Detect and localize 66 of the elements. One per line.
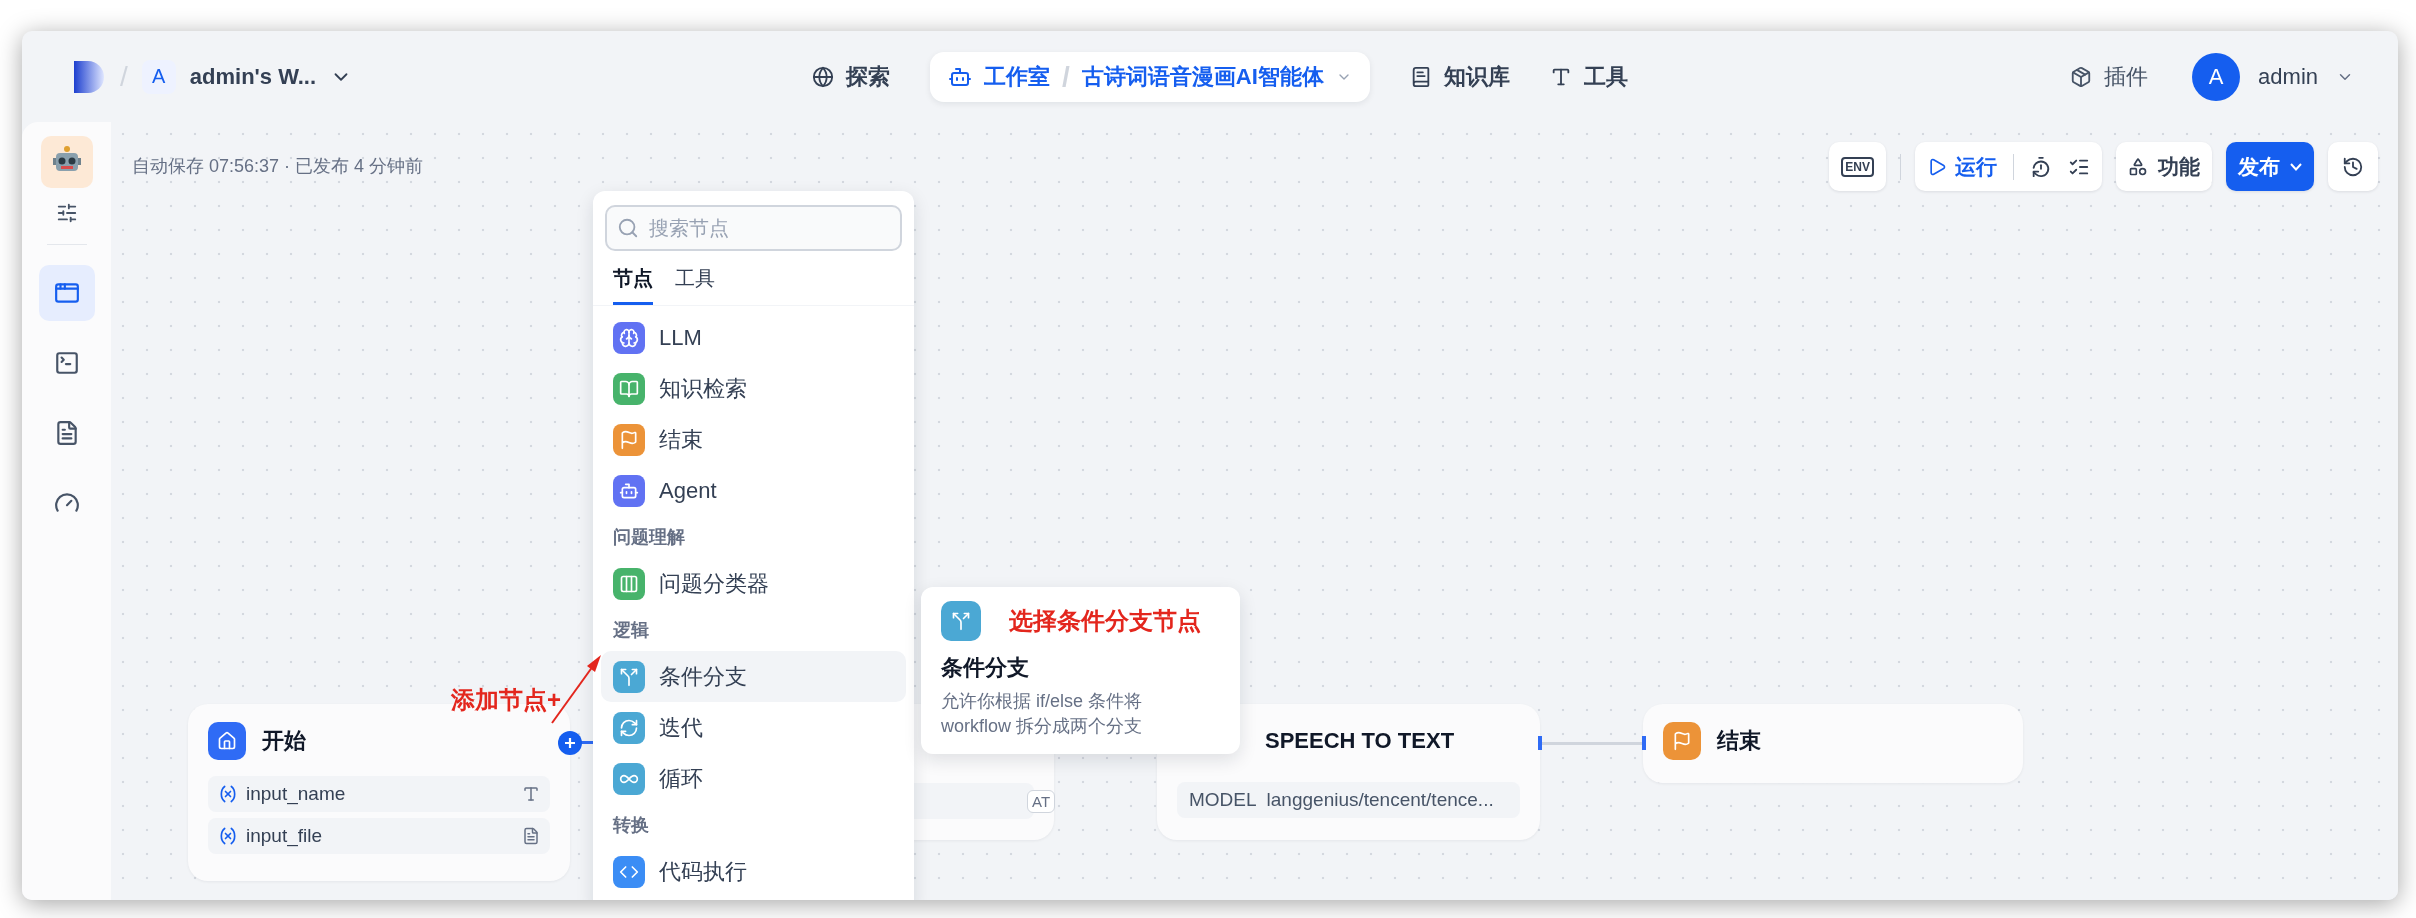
terminal-icon [53, 350, 80, 376]
env-button[interactable]: ENV [1829, 142, 1886, 191]
node-title: 开始 [262, 727, 306, 755]
menu-item[interactable]: 知识检索 [601, 363, 906, 414]
settings-icon[interactable] [55, 202, 78, 224]
tab-label: 工作室 [984, 62, 1050, 91]
section-heading: 转换 [611, 814, 650, 837]
model-label: MODEL [1189, 789, 1257, 811]
node-title: SPEECH TO TEXT [1265, 728, 1455, 754]
annotation-label: 选择条件分支节点 [1009, 606, 1201, 636]
menu-tab[interactable]: 工具 [675, 259, 715, 305]
menu-tab[interactable]: 节点 [613, 259, 653, 305]
logo[interactable] [72, 58, 106, 95]
search-field[interactable]: 搜索节点 [605, 205, 902, 251]
user-avatar[interactable]: A [2192, 52, 2241, 101]
branch-icon [941, 601, 981, 641]
run-button[interactable]: 运行 [1927, 152, 1997, 181]
workspace-name[interactable]: admin's W... [189, 63, 317, 90]
type-tag: AT [1027, 789, 1056, 813]
variable-icon [218, 826, 238, 846]
studio-tab[interactable]: 工作室 / 古诗词语音漫画AI智能体 [930, 51, 1370, 102]
box-icon [2070, 65, 2093, 88]
timer-icon[interactable] [2030, 155, 2052, 178]
history-button[interactable] [2328, 142, 2378, 191]
globe-icon [812, 65, 834, 88]
node-title: 结束 [1717, 727, 1761, 755]
end-node[interactable]: 结束 [1643, 704, 2023, 783]
menu-item[interactable]: Agent [601, 465, 906, 516]
nav-tab[interactable]: 工具 [1549, 61, 1628, 92]
text-type-icon [522, 785, 540, 803]
publish-button[interactable]: 发布 [2226, 142, 2314, 191]
user-name[interactable]: admin [2258, 63, 2318, 90]
menu-item[interactable]: 问题分类器 [601, 558, 906, 609]
play-icon [1927, 156, 1947, 177]
model-name: langgenius/tencent/tence... [1266, 789, 1494, 811]
breadcrumb-separator: / [1062, 60, 1070, 93]
menu-item[interactable]: 条件分支 [601, 651, 906, 702]
add-node-button[interactable] [558, 731, 582, 755]
variable-icon [218, 784, 238, 804]
speech-node[interactable]: SPEECH TO TEXT MODEL langgenius/tencent/tence... [1157, 704, 1540, 840]
app-name[interactable]: 古诗词语音漫画AI智能体 [1081, 61, 1324, 92]
tooltip-title: 条件分支 [941, 654, 1030, 682]
file-icon [522, 827, 540, 845]
plus-icon [564, 737, 576, 749]
window-icon [53, 280, 80, 306]
plugins-link[interactable]: 插件 [2070, 61, 2149, 92]
menu-item[interactable]: LLM [601, 312, 906, 363]
menu-item[interactable]: 代码执行 [601, 846, 906, 897]
nav-tab[interactable]: 探索 [812, 61, 890, 92]
variable-name: input_name [246, 783, 347, 805]
section-heading: 逻辑 [612, 619, 650, 642]
shapes-icon [2128, 156, 2148, 177]
app-icon[interactable] [40, 136, 93, 188]
section-heading: 问题理解 [612, 526, 686, 549]
menu-item[interactable]: 结束 [601, 414, 906, 465]
chevron-icon [2290, 162, 2302, 171]
workspace-avatar[interactable]: A [141, 59, 176, 94]
sidebar-item[interactable] [38, 265, 95, 321]
history-icon [2342, 155, 2364, 178]
features-button[interactable]: 功能 [2116, 142, 2212, 191]
flag-icon [1663, 722, 1701, 760]
variable-name: input_file [246, 825, 324, 847]
nav-tab[interactable]: 知识库 [1409, 61, 1510, 92]
autosave-status: 自动保存 07:56:37 · 已发布 4 分钟前 [132, 155, 424, 178]
breadcrumb-separator: / [120, 60, 128, 93]
home-icon [208, 722, 246, 760]
